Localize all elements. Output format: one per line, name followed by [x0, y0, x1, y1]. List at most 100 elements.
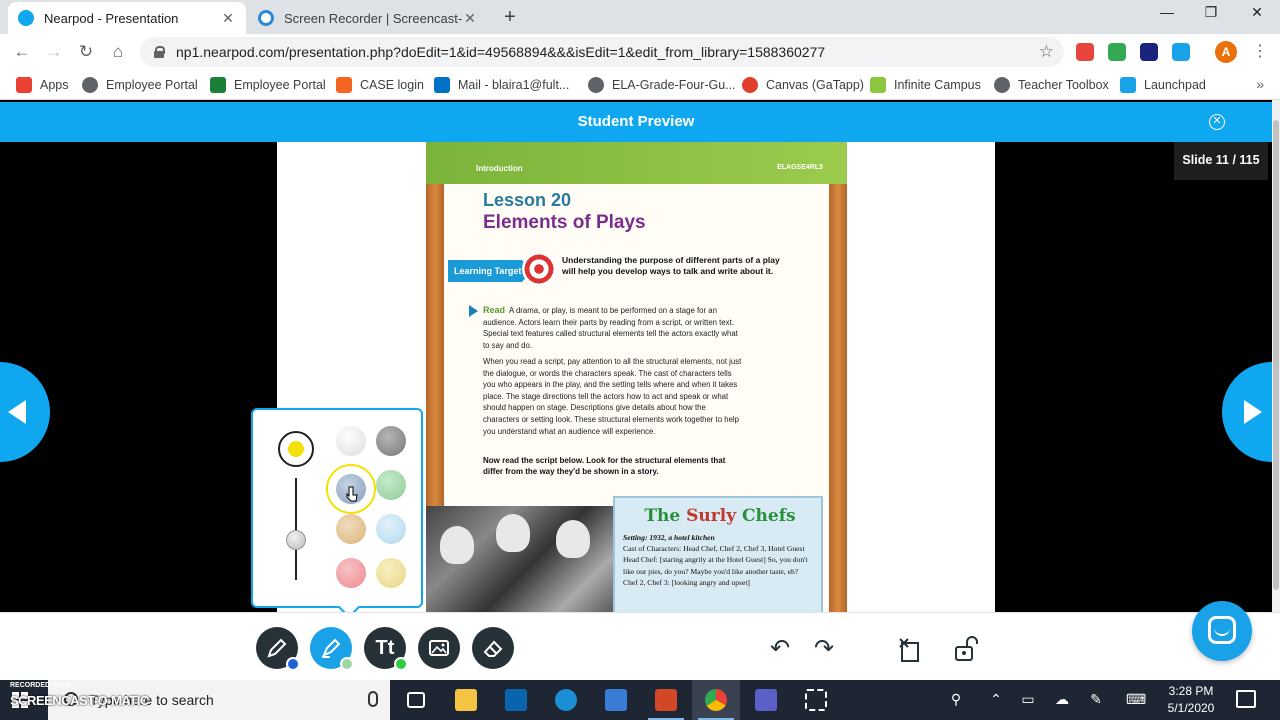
- bookmark-label: Teacher Toolbox: [1018, 78, 1109, 92]
- pen-tool-button[interactable]: [256, 627, 300, 671]
- wood-border-right: [829, 184, 847, 612]
- battery-icon[interactable]: ▭: [1018, 691, 1038, 708]
- clock-date: 5/1/2020: [1167, 701, 1215, 715]
- task-view-icon: [407, 692, 425, 708]
- bookmark-employee-portal-2[interactable]: Employee Portal: [210, 76, 326, 94]
- color-swatch-yellow[interactable]: [376, 558, 406, 588]
- onedrive-icon[interactable]: ☁: [1052, 691, 1072, 708]
- bookmark-star-icon[interactable]: ☆: [1039, 42, 1054, 62]
- profile-avatar[interactable]: A: [1215, 41, 1237, 63]
- unlock-icon-svg: [955, 636, 978, 661]
- paragraph-1: Read A drama, or play, is meant to be per…: [483, 305, 743, 351]
- bookmark-canvas[interactable]: Canvas (GaTapp): [742, 76, 864, 94]
- powerpoint-button[interactable]: [642, 680, 690, 720]
- back-icon[interactable]: ←: [10, 40, 34, 64]
- eraser-tool-button[interactable]: [472, 627, 514, 669]
- unlock-icon[interactable]: [952, 635, 980, 670]
- show-hidden-icons[interactable]: ⌃: [986, 691, 1006, 708]
- task-view-button[interactable]: [392, 680, 440, 720]
- home-icon[interactable]: ⌂: [106, 40, 130, 64]
- undo-icon[interactable]: ↶: [766, 635, 794, 663]
- photos-button[interactable]: [592, 680, 640, 720]
- file-explorer-button[interactable]: [442, 680, 490, 720]
- highlighter-color-badge: [340, 657, 354, 671]
- more-menu-icon[interactable]: ⋮: [1252, 41, 1268, 61]
- restore-button[interactable]: ❐: [1188, 4, 1234, 21]
- bookmark-ela-guide[interactable]: ELA-Grade-Four-Gu...: [588, 76, 736, 94]
- bookmark-infinite-campus[interactable]: Infinite Campus: [870, 76, 981, 94]
- edge-button[interactable]: [542, 680, 590, 720]
- close-tab-icon[interactable]: ✕: [462, 10, 478, 27]
- tab-screen-recorder[interactable]: Screen Recorder | Screencast-O-M ✕: [248, 2, 488, 34]
- minimize-button[interactable]: —: [1144, 4, 1190, 20]
- snip-icon: [805, 689, 827, 711]
- bookmark-label: ELA-Grade-Four-Gu...: [612, 78, 736, 92]
- tab-nearpod[interactable]: Nearpod - Presentation ✕: [8, 2, 246, 34]
- page-scrollbar[interactable]: [1272, 100, 1280, 612]
- close-preview-icon[interactable]: ✕: [1209, 114, 1225, 130]
- reload-icon[interactable]: ↻: [74, 40, 98, 64]
- chrome-button[interactable]: [692, 680, 740, 720]
- new-tab-button[interactable]: +: [498, 6, 522, 29]
- screencast-logo-icon: [258, 10, 274, 26]
- text-tool-button[interactable]: Tt: [364, 627, 408, 671]
- microphone-icon[interactable]: [368, 691, 378, 707]
- clear-slide-icon[interactable]: [896, 635, 924, 670]
- extension-icon[interactable]: [1076, 43, 1094, 61]
- folder-icon: [455, 689, 477, 711]
- standard-code: ELAGSE4RL5: [777, 164, 823, 171]
- close-tab-icon[interactable]: ✕: [220, 10, 236, 27]
- text-tool-label: Tt: [375, 637, 395, 659]
- notifications-icon[interactable]: [1236, 690, 1256, 708]
- extension-icon[interactable]: [1108, 43, 1126, 61]
- bookmark-employee-portal[interactable]: Employee Portal: [82, 76, 198, 94]
- color-swatch-green[interactable]: [376, 470, 406, 500]
- color-swatch-tan[interactable]: [336, 514, 366, 544]
- tab-title: Screen Recorder | Screencast-O-M: [284, 10, 462, 26]
- extension-icon[interactable]: [1140, 43, 1158, 61]
- taskbar-clock[interactable]: 3:28 PM 5/1/2020: [1158, 683, 1224, 717]
- color-swatch-light-blue[interactable]: [376, 514, 406, 544]
- bookmark-case-login[interactable]: CASE login: [336, 76, 424, 94]
- portal-icon: [210, 77, 226, 93]
- canvas-icon: [742, 77, 758, 93]
- redo-icon[interactable]: ↷: [810, 635, 838, 663]
- lock-icon: [154, 46, 165, 58]
- next-slide-button[interactable]: [1222, 362, 1272, 462]
- help-chat-button[interactable]: [1192, 601, 1252, 661]
- people-icon[interactable]: ⚲: [946, 691, 966, 708]
- bookmark-mail[interactable]: Mail - blaira1@fult...: [434, 76, 569, 94]
- title-part: Chefs: [736, 506, 796, 526]
- case-icon: [336, 77, 352, 93]
- outlook-button[interactable]: [492, 680, 540, 720]
- keyboard-icon[interactable]: ⌨: [1126, 691, 1146, 708]
- clear-icon-svg: [899, 638, 919, 662]
- forward-icon[interactable]: →: [42, 40, 66, 64]
- browser-toolbar: ← → ↻ ⌂ np1.nearpod.com/presentation.php…: [0, 34, 1280, 70]
- image-tool-button[interactable]: [418, 627, 460, 669]
- pen-workspace-icon[interactable]: ✎: [1086, 691, 1106, 708]
- bookmark-apps[interactable]: Apps: [16, 76, 69, 94]
- close-window-button[interactable]: ✕: [1234, 4, 1280, 21]
- stroke-size-slider-track[interactable]: [295, 478, 297, 580]
- color-swatch-pink[interactable]: [336, 558, 366, 588]
- snip-button[interactable]: [792, 680, 840, 720]
- extension-icon[interactable]: [1172, 43, 1190, 61]
- bookmark-label: Launchpad: [1144, 78, 1206, 92]
- bookmark-teacher-toolbox[interactable]: Teacher Toolbox: [994, 76, 1109, 94]
- stroke-size-slider-handle[interactable]: [286, 530, 306, 550]
- highlighter-tool-button[interactable]: [310, 627, 354, 671]
- bookmark-launchpad[interactable]: Launchpad: [1120, 76, 1206, 94]
- previous-slide-button[interactable]: [0, 362, 50, 462]
- current-color-dot: [288, 441, 304, 457]
- color-swatch-gray[interactable]: [376, 426, 406, 456]
- pen-color-badge: [286, 657, 300, 671]
- scrollbar-thumb[interactable]: [1273, 120, 1279, 590]
- teams-button[interactable]: [742, 680, 790, 720]
- color-swatch-white[interactable]: [336, 426, 366, 456]
- infinite-campus-icon: [870, 77, 886, 93]
- more-bookmarks-icon[interactable]: »: [1256, 76, 1264, 92]
- drawing-toolbar: Tt ↶ ↷: [0, 601, 1280, 680]
- chef-hat: [496, 514, 530, 552]
- address-bar[interactable]: np1.nearpod.com/presentation.php?doEdit=…: [140, 37, 1064, 67]
